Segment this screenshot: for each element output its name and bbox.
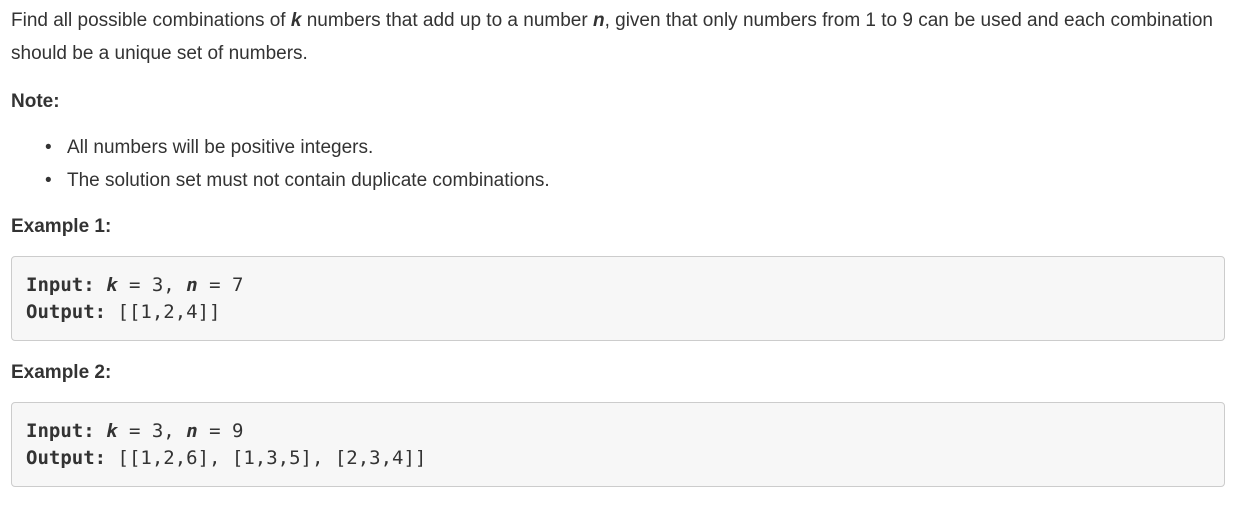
problem-page: Find all possible combinations of k numb…	[0, 0, 1240, 506]
description-text-1: Find all possible combinations of	[11, 10, 291, 31]
input-n-var: n	[186, 420, 198, 442]
output-value: [[1,2,6], [1,3,5], [2,3,4]]	[106, 447, 427, 469]
input-k-value: = 3,	[117, 420, 187, 442]
variable-n: n	[592, 10, 605, 31]
input-n-value: = 7	[197, 274, 244, 296]
example-1-heading: Example 1:	[11, 216, 112, 237]
bullet-icon: •	[45, 137, 52, 158]
input-k-var: k	[106, 274, 118, 296]
example-2-heading: Example 2:	[11, 362, 112, 383]
problem-description: Find all possible combinations of k numb…	[11, 4, 1228, 70]
note-heading: Note:	[11, 91, 60, 112]
example-2-input-line: Input: k = 3, n = 9	[26, 418, 1210, 445]
example-2-output-line: Output: [[1,2,6], [1,3,5], [2,3,4]]	[26, 445, 1210, 472]
example-1-output-line: Output: [[1,2,4]]	[26, 299, 1210, 326]
note-item-text: All numbers will be positive integers.	[67, 137, 374, 158]
output-label: Output:	[26, 301, 107, 323]
input-n-var: n	[186, 274, 198, 296]
input-n-value: = 9	[197, 420, 244, 442]
description-text-2: numbers that add up to a number	[301, 10, 593, 31]
input-label: Input:	[26, 274, 95, 296]
output-label: Output:	[26, 447, 107, 469]
input-label: Input:	[26, 420, 95, 442]
example-1-input-line: Input: k = 3, n = 7	[26, 272, 1210, 299]
input-k-value: = 3,	[117, 274, 187, 296]
variable-k: k	[290, 10, 302, 31]
example-2-code-block: Input: k = 3, n = 9 Output: [[1,2,6], [1,…	[11, 402, 1225, 487]
output-value: [[1,2,4]]	[106, 301, 221, 323]
example-1-code-block: Input: k = 3, n = 7 Output: [[1,2,4]]	[11, 256, 1225, 341]
note-list: • All numbers will be positive integers. …	[11, 131, 1228, 197]
bullet-icon: •	[45, 170, 52, 191]
input-k-var: k	[106, 420, 118, 442]
note-item-text: The solution set must not contain duplic…	[67, 170, 550, 191]
note-item: • All numbers will be positive integers.	[45, 131, 1228, 164]
note-item: • The solution set must not contain dupli…	[45, 164, 1228, 197]
